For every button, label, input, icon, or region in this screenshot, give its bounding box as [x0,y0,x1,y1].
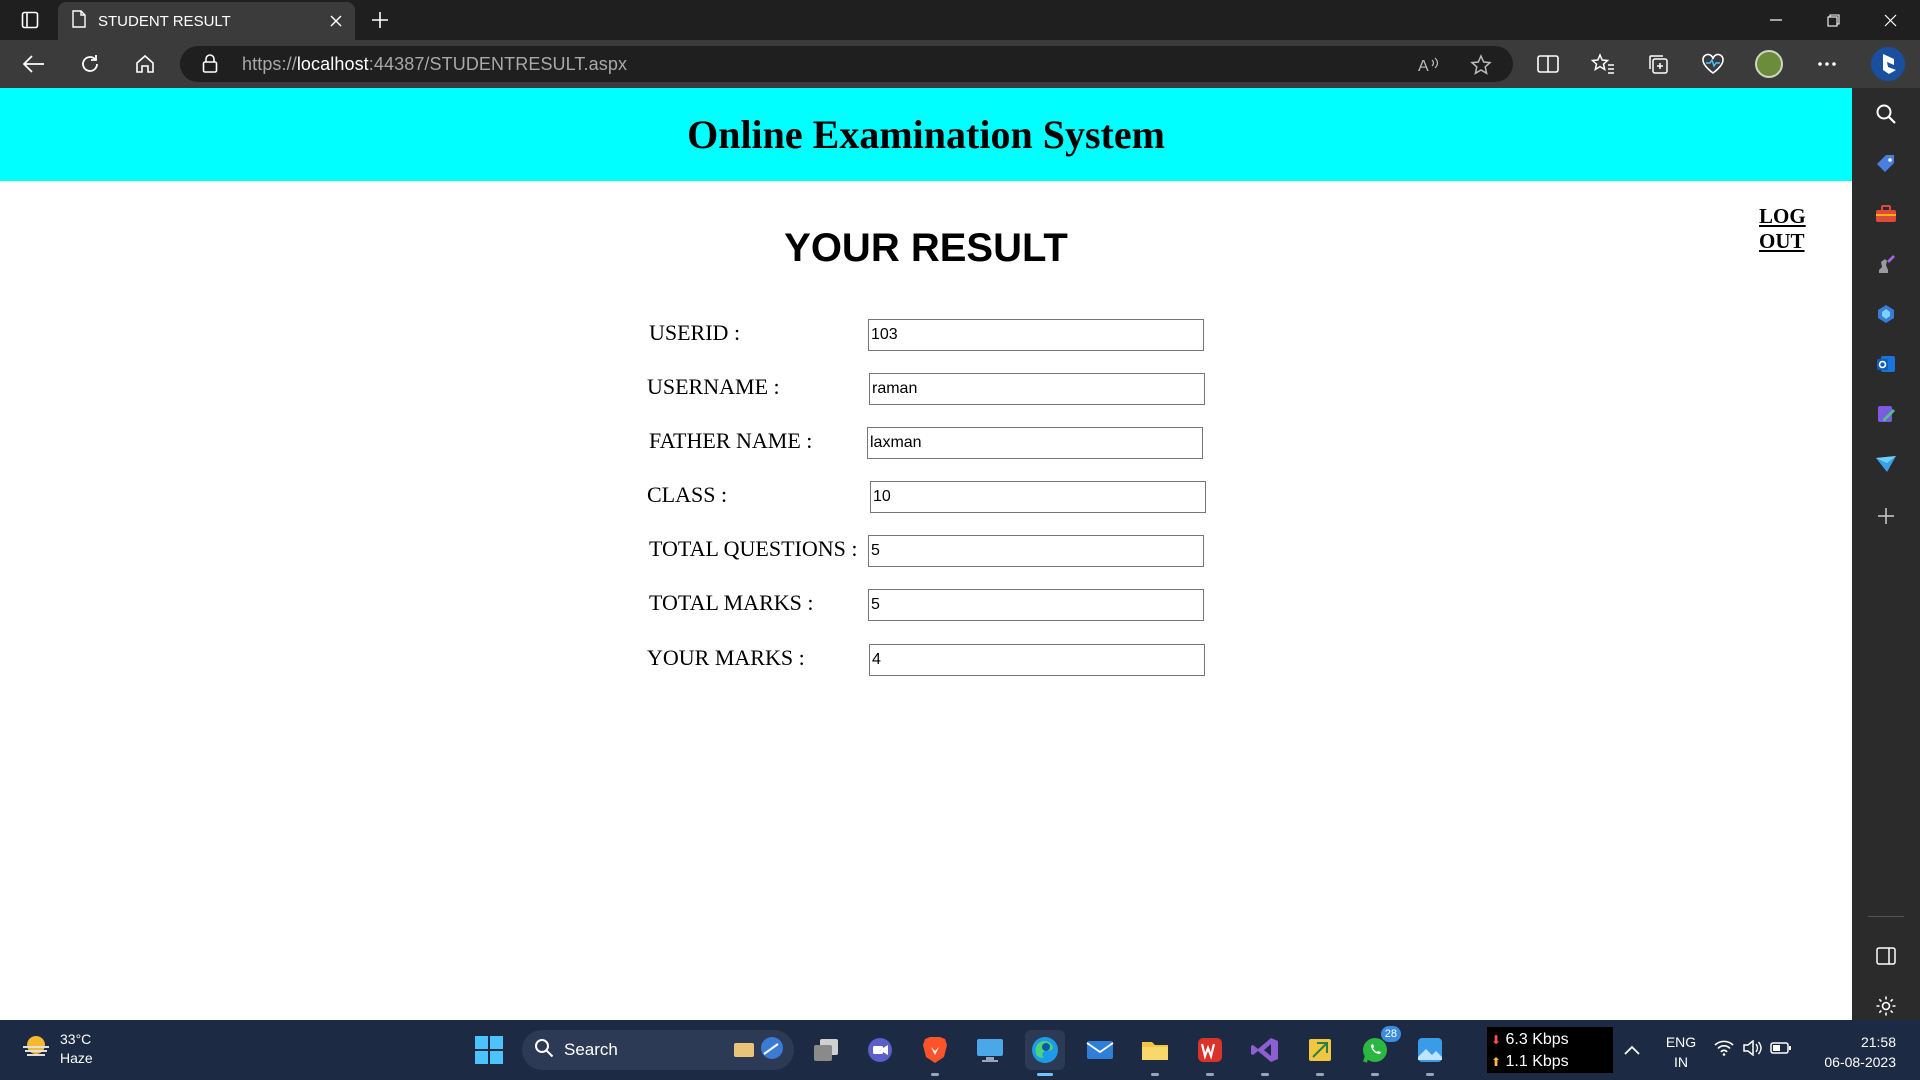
browser-toolbar: https://localhost:44387/STUDENTRESULT.as… [0,40,1920,88]
upload-speed: 1.1 Kbps [1505,1053,1569,1070]
minimize-button[interactable] [1748,0,1804,40]
search-highlight-icon [728,1031,788,1070]
whatsapp-unread-badge: 28 [1380,1026,1401,1042]
back-button[interactable] [16,46,52,82]
refresh-button[interactable] [72,46,108,82]
edge-sidebar [1852,88,1920,1020]
read-aloud-icon[interactable]: A [1416,52,1442,78]
svg-text:A: A [1418,58,1429,74]
header-banner: Online Examination System [0,88,1852,181]
sidebar-settings-gear-icon[interactable] [1870,990,1902,1022]
lock-icon[interactable] [202,54,218,79]
volume-icon [1742,1038,1762,1061]
system-tray-quick-settings[interactable] [1708,1030,1798,1070]
download-arrow-icon: ⬇ [1491,1033,1502,1047]
input-language-indicator[interactable]: ENG IN [1664,1032,1698,1072]
father-name-label: FATHER NAME : [649,428,813,453]
collections-icon[interactable] [1642,48,1674,80]
sidebar-shopping-tag-icon[interactable] [1870,148,1902,180]
class-label: CLASS : [647,482,728,507]
sidebar-divider [1868,916,1904,917]
total-questions-label: TOTAL QUESTIONS : [649,536,858,561]
brave-browser-icon[interactable] [915,1030,955,1076]
browser-tab-strip: STUDENT RESULT [0,0,1920,40]
address-bar[interactable]: https://localhost:44387/STUDENTRESULT.as… [180,46,1513,82]
more-options-icon[interactable] [1811,48,1843,80]
url-text[interactable]: https://localhost:44387/STUDENTRESULT.as… [242,54,627,75]
page-title: YOUR RESULT [784,226,1068,270]
sidebar-send-icon[interactable] [1870,448,1902,480]
sidebar-copilot-icon[interactable] [1870,298,1902,330]
userid-field[interactable] [868,319,1204,351]
clock-time: 21:58 [1860,1034,1896,1050]
upload-arrow-icon: ⬆ [1491,1055,1502,1069]
clock-date: 06-08-2023 [1824,1054,1896,1070]
total-questions-field[interactable] [868,535,1204,567]
your-marks-label: YOUR MARKS : [647,645,805,670]
tab-title: STUDENT RESULT [98,12,231,30]
visual-studio-icon[interactable] [1245,1030,1285,1076]
page-content: Online Examination System LOG OUT YOUR R… [0,88,1852,1020]
profile-avatar[interactable] [1753,48,1785,80]
sidebar-outlook-icon[interactable] [1870,348,1902,380]
wifi-icon [1714,1040,1734,1061]
sidebar-search-icon[interactable] [1870,98,1902,130]
restore-button[interactable] [1805,0,1861,40]
close-window-button[interactable] [1862,0,1918,40]
sidebar-add-icon[interactable] [1870,500,1902,532]
your-marks-field[interactable] [869,644,1205,676]
sidebar-notes-icon[interactable] [1870,398,1902,430]
favorite-star-icon[interactable] [1468,52,1494,78]
sidebar-hide-panel-icon[interactable] [1870,940,1902,972]
total-marks-label: TOTAL MARKS : [649,590,814,615]
download-speed: 6.3 Kbps [1505,1031,1569,1048]
windows-start-icon[interactable] [469,1030,509,1070]
whatsapp-icon[interactable]: 28 [1355,1026,1401,1076]
username-label: USERNAME : [647,374,780,399]
home-button[interactable] [127,46,163,82]
split-screen-icon[interactable] [1532,48,1564,80]
father-name-field[interactable] [867,427,1203,459]
photos-app-icon[interactable] [1410,1030,1450,1076]
edge-browser-icon[interactable] [1025,1030,1065,1076]
favorites-icon[interactable] [1587,48,1619,80]
userid-label: USERID : [649,320,741,345]
network-speed-meter: ⬇ 6.3 Kbps ⬆ 1.1 Kbps [1487,1027,1613,1073]
weather-description: Haze [60,1050,93,1066]
weather-temperature: 33°C [60,1031,92,1047]
mail-icon[interactable] [1080,1030,1120,1070]
search-icon [534,1038,554,1063]
remote-desktop-icon[interactable] [970,1030,1010,1070]
class-field[interactable] [870,481,1206,513]
site-title: Online Examination System [687,112,1165,157]
tab-close-icon[interactable] [321,6,351,36]
windows-taskbar: 33°C Haze Search 28 ⬇ 6.3 Kbps ⬆ 1.1 Kbp… [0,1020,1920,1080]
username-field[interactable] [869,373,1205,405]
taskbar-search-box[interactable]: Search [522,1030,794,1070]
wps-writer-icon[interactable] [1190,1030,1230,1076]
tab-actions-icon[interactable] [10,7,50,33]
search-label: Search [564,1040,618,1059]
weather-widget[interactable]: 33°C Haze [20,1030,93,1068]
new-tab-button[interactable] [364,6,396,34]
sticky-tools-icon[interactable] [1300,1030,1340,1076]
show-hidden-icons-chevron-up-icon[interactable] [1612,1030,1652,1070]
haze-sun-icon [20,1032,52,1067]
sidebar-tools-icon[interactable] [1870,198,1902,230]
battery-icon [1770,1041,1792,1060]
browser-tab-active[interactable]: STUDENT RESULT [58,2,355,40]
file-explorer-icon[interactable] [1135,1030,1175,1076]
sidebar-games-icon[interactable] [1870,248,1902,280]
page-document-icon [72,9,86,33]
bing-copilot-icon[interactable] [1868,44,1908,84]
taskbar-clock[interactable]: 21:58 06-08-2023 [1812,1032,1896,1072]
teams-chat-icon[interactable] [860,1030,900,1070]
total-marks-field[interactable] [868,589,1204,621]
browser-essentials-icon[interactable] [1697,48,1729,80]
task-view-icon[interactable] [806,1030,846,1070]
